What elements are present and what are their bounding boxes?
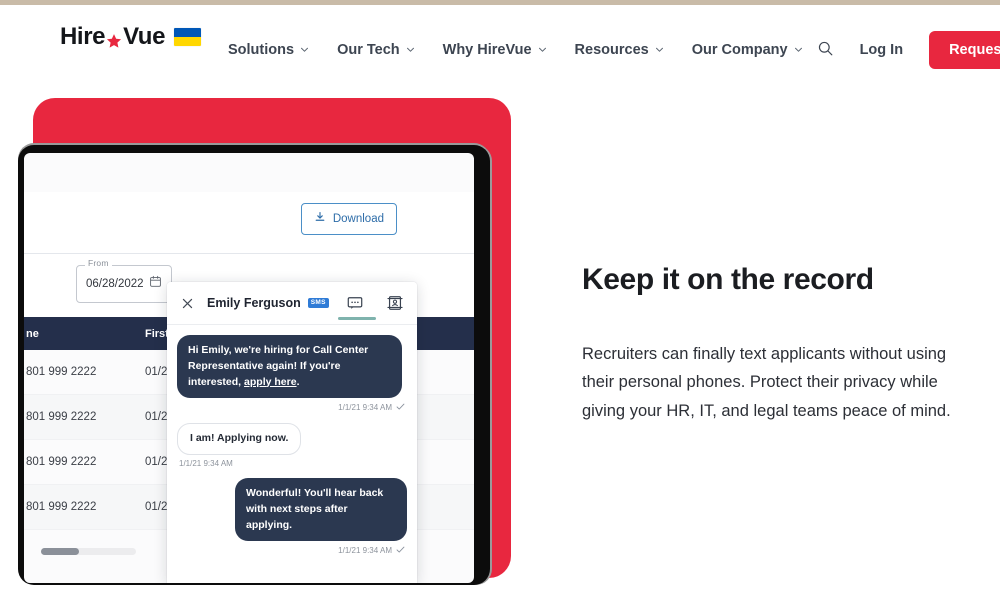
apply-here-link[interactable]: apply here [244,376,297,388]
message-meta: 1/1/21 9:34 AM [338,402,405,413]
column-header-phone[interactable]: ne [24,328,129,340]
message-bubble: Wonderful! You'll hear back with next st… [235,478,407,542]
cell-phone: 801 999 2222 [26,501,97,513]
message-meta: 1/1/21 9:34 AM [179,459,233,468]
cell-phone: 801 999 2222 [26,366,97,378]
logo-text: Hire Vue [60,25,165,49]
logo-text-part1: Hire [60,23,106,50]
search-icon[interactable] [817,40,834,62]
download-icon [314,210,326,228]
cell-phone: 801 999 2222 [26,456,97,468]
app-toolbar: Download [24,192,474,254]
login-link[interactable]: Log In [860,42,904,58]
download-label: Download [332,213,384,225]
from-date-input[interactable]: 06/28/2022 [76,265,172,303]
site-header: Hire Vue Solutions Our Tech Why HireVue … [0,5,1000,69]
contact-card-icon[interactable] [387,295,403,311]
tablet-screen: Download 06/28/2022 From ne First 801 99… [24,153,474,583]
main-nav: Solutions Our Tech Why HireVue Resources [228,31,1000,69]
message-timestamp: 1/1/21 9:34 AM [179,459,233,468]
logo[interactable]: Hire Vue [60,25,202,49]
chevron-down-icon [538,45,547,54]
chat-message-outgoing: Hi Emily, we're hiring for Call Center R… [177,335,407,421]
chat-actions [338,295,403,320]
nav-item-our-tech[interactable]: Our Tech [337,42,415,58]
message-timestamp: 1/1/21 9:34 AM [338,546,392,556]
chat-message-outgoing: Wonderful! You'll hear back with next st… [177,478,407,564]
message-bubble: I am! Applying now. [177,423,302,455]
nav-label: Our Company [691,42,788,58]
chevron-down-icon [300,45,309,54]
tablet-mockup: Download 06/28/2022 From ne First 801 99… [18,98,511,585]
logo-text-part2: Vue [123,23,166,50]
hero-description: Recruiters can finally text applicants w… [582,345,951,420]
check-icon [396,545,405,556]
nav-label: Solutions [228,42,295,58]
nav-label: Resources [574,42,649,58]
download-button[interactable]: Download [300,203,397,235]
message-bubble: Hi Emily, we're hiring for Call Center R… [177,335,402,399]
chat-panel: Emily Ferguson SMS Hi Emily, we're hirin… [167,282,417,583]
hero-copy: Keep it on the record Recruiters can fin… [582,262,974,425]
chevron-down-icon [406,45,415,54]
scrollbar-thumb[interactable] [41,548,79,555]
nav-label: Why HireVue [442,42,532,58]
nav-item-why-hirevue[interactable]: Why HireVue [443,42,547,58]
star-icon [106,30,122,48]
cell-phone: 801 999 2222 [26,411,97,423]
chat-header: Emily Ferguson SMS [167,282,417,325]
ukraine-flag-icon [174,28,202,46]
nav-item-solutions[interactable]: Solutions [228,42,309,58]
calendar-icon[interactable] [149,275,162,293]
nav-label: Our Tech [337,42,400,58]
active-tab-indicator [338,317,376,320]
from-date-value: 06/28/2022 [86,278,144,290]
close-icon[interactable] [181,297,194,310]
chevron-down-icon [655,45,664,54]
chat-contact-name: Emily Ferguson [207,296,301,310]
message-text-after-link: . [296,375,300,388]
nav-item-our-company[interactable]: Our Company [692,42,803,58]
message-meta: 1/1/21 9:34 AM [338,545,405,556]
from-date-legend: From [85,258,112,268]
chat-message-list: Hi Emily, we're hiring for Call Center R… [167,325,417,565]
page-root: Hire Vue Solutions Our Tech Why HireVue … [0,0,1000,600]
nav-item-resources[interactable]: Resources [575,42,664,58]
message-timestamp: 1/1/21 9:34 AM [338,403,392,413]
status-badge: SMS [307,297,329,309]
check-icon [396,402,405,413]
chevron-down-icon [794,45,803,54]
message-bubble-icon[interactable] [338,295,376,320]
page-title: Keep it on the record [582,263,874,296]
chat-message-incoming: I am! Applying now. 1/1/21 9:34 AM [177,423,407,476]
request-demo-button[interactable]: Request Demo [929,31,1000,69]
horizontal-scrollbar[interactable] [41,548,136,555]
